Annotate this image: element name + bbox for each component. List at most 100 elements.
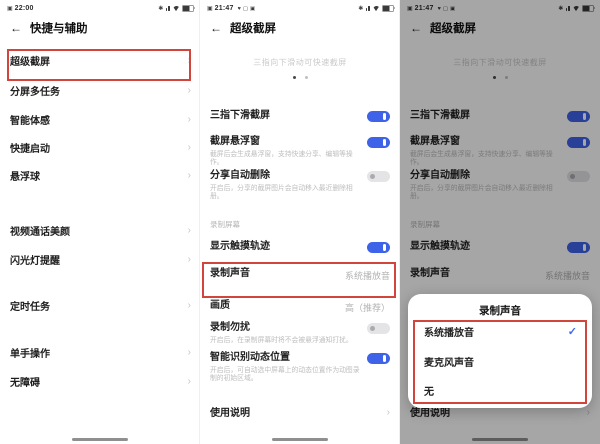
- status-time: 21:47: [214, 5, 234, 12]
- chevron-right-icon: ›: [187, 84, 191, 96]
- toggle-three-finger[interactable]: [367, 110, 390, 122]
- chevron-right-icon: ›: [187, 54, 191, 66]
- toggle-record-dnd[interactable]: [367, 322, 390, 334]
- gesture-hint-text: 三指向下滑动可快速截屏: [253, 58, 347, 67]
- setting-title: 智能识别动态位置: [210, 352, 290, 363]
- nfc-icon: ✱: [358, 6, 364, 12]
- battery-icon: [182, 5, 196, 12]
- list-item-scheduled-tasks[interactable]: 定时任务 ›: [10, 299, 191, 313]
- list-item-label: 分屏多任务: [10, 87, 60, 98]
- list-item-smart-motion[interactable]: 智能体感 ›: [10, 113, 191, 127]
- list-item-floating-ball[interactable]: 悬浮球 ›: [10, 169, 191, 183]
- page-header: ← 快捷与辅助: [10, 20, 88, 36]
- list-item-label: 定时任务: [10, 302, 50, 313]
- option-label: 无: [424, 387, 434, 398]
- status-time: 22:00: [14, 5, 34, 12]
- dialog-option-none[interactable]: 无: [424, 383, 577, 398]
- toggle-auto-delete[interactable]: [367, 170, 390, 182]
- list-item-super-screenshot[interactable]: 超级截屏 ›: [10, 54, 191, 68]
- dialog-option-microphone[interactable]: 麦克风声音: [424, 354, 577, 369]
- status-bar: ▣ 21:47 ♥ ▢ ▣ ✱: [207, 3, 396, 14]
- list-item-label: 闪光灯提醒: [10, 256, 60, 267]
- page-indicator: [200, 76, 400, 79]
- page-title: 超级截屏: [230, 23, 276, 35]
- list-item-video-beauty[interactable]: 视频通话美颜 ›: [10, 224, 191, 238]
- dialog-title: 录制声音: [479, 305, 521, 317]
- toggle-float-window[interactable]: [367, 136, 390, 148]
- app-status-icon: ♥: [237, 5, 241, 12]
- setting-row-float-window[interactable]: 截屏悬浮窗 截屏后会生成悬浮窗，支持快速分享、编辑等操作。: [210, 136, 390, 168]
- page-header: ← 超级截屏: [210, 20, 276, 36]
- page-dot-active: [292, 76, 296, 79]
- option-label: 系统播放音: [424, 328, 474, 339]
- list-item-label: 悬浮球: [10, 172, 40, 183]
- toggle-touch-trail[interactable]: [367, 241, 390, 253]
- setting-row-usage[interactable]: 使用说明 ›: [210, 408, 390, 420]
- list-item-flash-alert[interactable]: 闪光灯提醒 ›: [10, 253, 191, 267]
- setting-row-auto-delete[interactable]: 分享自动删除 开启后，分享的截屏图片会自动移入最近删除相册。: [210, 170, 390, 202]
- chevron-right-icon: ›: [187, 375, 191, 387]
- setting-title: 截屏悬浮窗: [210, 136, 260, 147]
- chevron-right-icon: ›: [187, 113, 191, 125]
- status-bar: ▣ 22:00 ✱: [7, 3, 196, 14]
- setting-row-record-dnd[interactable]: 录制勿扰 开启后，在录制屏幕时将不会被悬浮通知打扰。: [210, 322, 390, 345]
- chevron-right-icon: ›: [187, 299, 191, 311]
- status-right-icons: ✱: [358, 5, 396, 12]
- setting-title: 分享自动删除: [210, 170, 270, 181]
- list-item-label: 超级截屏: [10, 57, 50, 68]
- setting-row-three-finger[interactable]: 三指下滑截屏: [210, 110, 390, 122]
- setting-subtitle: 开启后，在录制屏幕时将不会被悬浮通知打扰。: [210, 336, 353, 344]
- wifi-icon: [172, 5, 180, 12]
- setting-row-record-sound[interactable]: 录制声音 系统播放音: [210, 268, 390, 282]
- panel-super-screenshot-settings: ▣ 21:47 ♥ ▢ ▣ ✱ ← 超级截屏 三指向下滑动可快速截屏 三指下滑截…: [200, 0, 400, 444]
- option-label: 麦克风声音: [424, 358, 474, 369]
- check-icon: ✓: [567, 326, 577, 338]
- list-item-label: 单手操作: [10, 349, 50, 360]
- setting-value: 系统播放音: [344, 271, 390, 281]
- record-sound-dialog: 录制声音 系统播放音 ✓ 麦克风声音 无: [408, 294, 592, 408]
- list-item-label: 智能体感: [10, 116, 50, 127]
- screen-record-icon: ▣: [7, 6, 13, 12]
- list-item-one-hand[interactable]: 单手操作 ›: [10, 346, 191, 360]
- page-title: 快捷与辅助: [30, 23, 88, 35]
- signal-icon: [365, 6, 370, 11]
- chevron-right-icon: ›: [187, 253, 191, 265]
- setting-title: 显示触摸轨迹: [210, 241, 270, 252]
- list-item-split-screen[interactable]: 分屏多任务 ›: [10, 84, 191, 98]
- list-item-quick-launch[interactable]: 快捷启动 ›: [10, 141, 191, 155]
- toggle-smart-region[interactable]: [367, 352, 390, 364]
- setting-value: 高（推荐）: [344, 303, 390, 313]
- section-label-record-screen: 录制屏幕: [210, 220, 240, 229]
- chevron-right-icon: ›: [187, 141, 191, 153]
- signal-icon: [165, 6, 170, 11]
- app-status-icon: ▣: [250, 5, 256, 12]
- screenshot-collage: ▣ 22:00 ✱ ← 快捷与辅助 超级截屏 › 分屏多任务 › 智能体感 ›: [0, 0, 600, 444]
- list-item-accessibility[interactable]: 无障碍 ›: [10, 375, 191, 389]
- setting-subtitle: 开启后，可自动选中屏幕上的动态位置作为动图录制的初始区域。: [210, 366, 360, 383]
- wifi-icon: [372, 5, 380, 12]
- status-right-icons: ✱: [158, 5, 196, 12]
- battery-icon: [382, 5, 396, 12]
- home-indicator[interactable]: [72, 437, 128, 441]
- setting-title: 三指下滑截屏: [210, 110, 270, 121]
- nfc-icon: ✱: [158, 6, 164, 12]
- app-status-icon: ▢: [242, 5, 249, 12]
- setting-row-smart-region[interactable]: 智能识别动态位置 开启后，可自动选中屏幕上的动态位置作为动图录制的初始区域。: [210, 352, 390, 384]
- chevron-right-icon: ›: [386, 407, 390, 418]
- chevron-right-icon: ›: [187, 224, 191, 236]
- setting-title: 录制声音: [210, 268, 250, 279]
- back-arrow-icon[interactable]: ←: [210, 22, 222, 34]
- setting-row-touch-trail[interactable]: 显示触摸轨迹: [210, 241, 390, 253]
- list-item-label: 快捷启动: [10, 144, 50, 155]
- setting-subtitle: 开启后，分享的截屏图片会自动移入最近删除相册。: [210, 184, 353, 201]
- setting-title: 画质: [210, 300, 230, 311]
- back-arrow-icon[interactable]: ←: [10, 22, 22, 34]
- panel-shortcuts-settings: ▣ 22:00 ✱ ← 快捷与辅助 超级截屏 › 分屏多任务 › 智能体感 ›: [0, 0, 200, 444]
- setting-row-quality[interactable]: 画质 高（推荐）: [210, 300, 390, 314]
- home-indicator[interactable]: [272, 437, 328, 441]
- list-item-label: 视频通话美颜: [10, 227, 70, 238]
- screen-record-icon: ▣: [207, 6, 213, 12]
- setting-subtitle: 截屏后会生成悬浮窗，支持快速分享、编辑等操作。: [210, 150, 353, 167]
- setting-title: 使用说明: [210, 408, 250, 419]
- dialog-option-system-sound[interactable]: 系统播放音 ✓: [424, 324, 577, 339]
